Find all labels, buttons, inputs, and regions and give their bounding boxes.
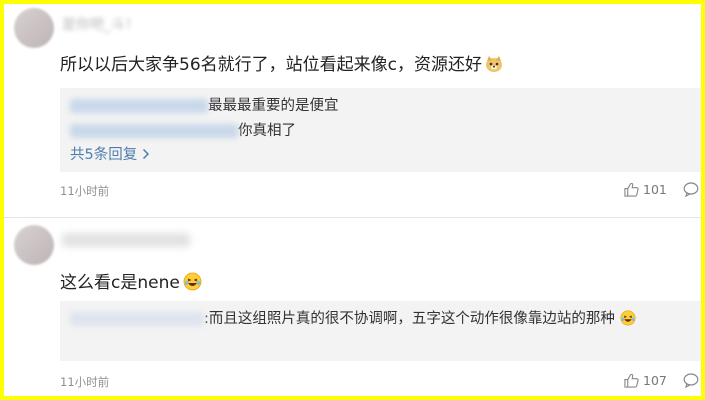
comment-text-content: 所以以后大家争56名就行了，站位看起来像c，资源还好 [60, 55, 482, 75]
comment-text: 这么看c是nene [60, 268, 202, 296]
reply-box: :而且这组照片真的很不协调啊，五字这个动作很像靠边站的那种 [60, 301, 701, 361]
comment-username[interactable] [62, 232, 190, 248]
reply-text: 最最最重要的是便宜 [208, 98, 339, 114]
reply-username[interactable] [70, 99, 208, 113]
reply-icon[interactable] [683, 373, 699, 392]
laughing-emoji-icon [620, 310, 636, 334]
reply-username[interactable] [70, 312, 204, 326]
more-replies-link[interactable]: 共5条回复 [70, 143, 150, 164]
thumbs-up-icon [624, 182, 639, 200]
laughing-emoji-icon [183, 272, 202, 296]
reply-item[interactable]: :而且这组照片真的很不协调啊，五字这个动作很像靠边站的那种 [70, 308, 695, 334]
avatar[interactable] [14, 8, 54, 48]
comment-divider [4, 217, 701, 218]
reply-item[interactable]: 你真相了 [70, 119, 296, 140]
reply-username[interactable] [70, 124, 238, 138]
comment-text: 所以以后大家争56名就行了，站位看起来像c，资源还好 [60, 50, 503, 78]
thumbs-up-icon [624, 373, 639, 391]
screenshot-frame: 是你吧_斗！ 所以以后大家争56名就行了，站位看起来像c，资源还好 最最最重要的… [4, 4, 701, 396]
reply-text: 你真相了 [238, 123, 296, 139]
comment-time: 11小时前 [60, 375, 110, 389]
reply-box: 最最最重要的是便宜 你真相了 共5条回复 [60, 88, 701, 172]
like-button[interactable]: 107 [624, 373, 667, 391]
more-replies-label: 共5条回复 [70, 147, 138, 163]
like-count: 101 [643, 182, 667, 197]
chevron-right-icon [142, 147, 150, 163]
comment-text-content: 这么看c是nene [60, 273, 180, 293]
reply-item[interactable]: 最最最重要的是便宜 [70, 94, 339, 115]
like-count: 107 [643, 373, 667, 388]
doge-emoji-icon [485, 55, 503, 78]
comment-username[interactable]: 是你吧_斗！ [62, 14, 139, 34]
username-blur [62, 233, 190, 247]
comment-time: 11小时前 [60, 184, 110, 198]
like-button[interactable]: 101 [624, 182, 667, 200]
reply-text: :而且这组照片真的很不协调啊，五字这个动作很像靠边站的那种 [204, 311, 615, 327]
reply-icon[interactable] [683, 182, 699, 201]
avatar[interactable] [14, 225, 54, 265]
